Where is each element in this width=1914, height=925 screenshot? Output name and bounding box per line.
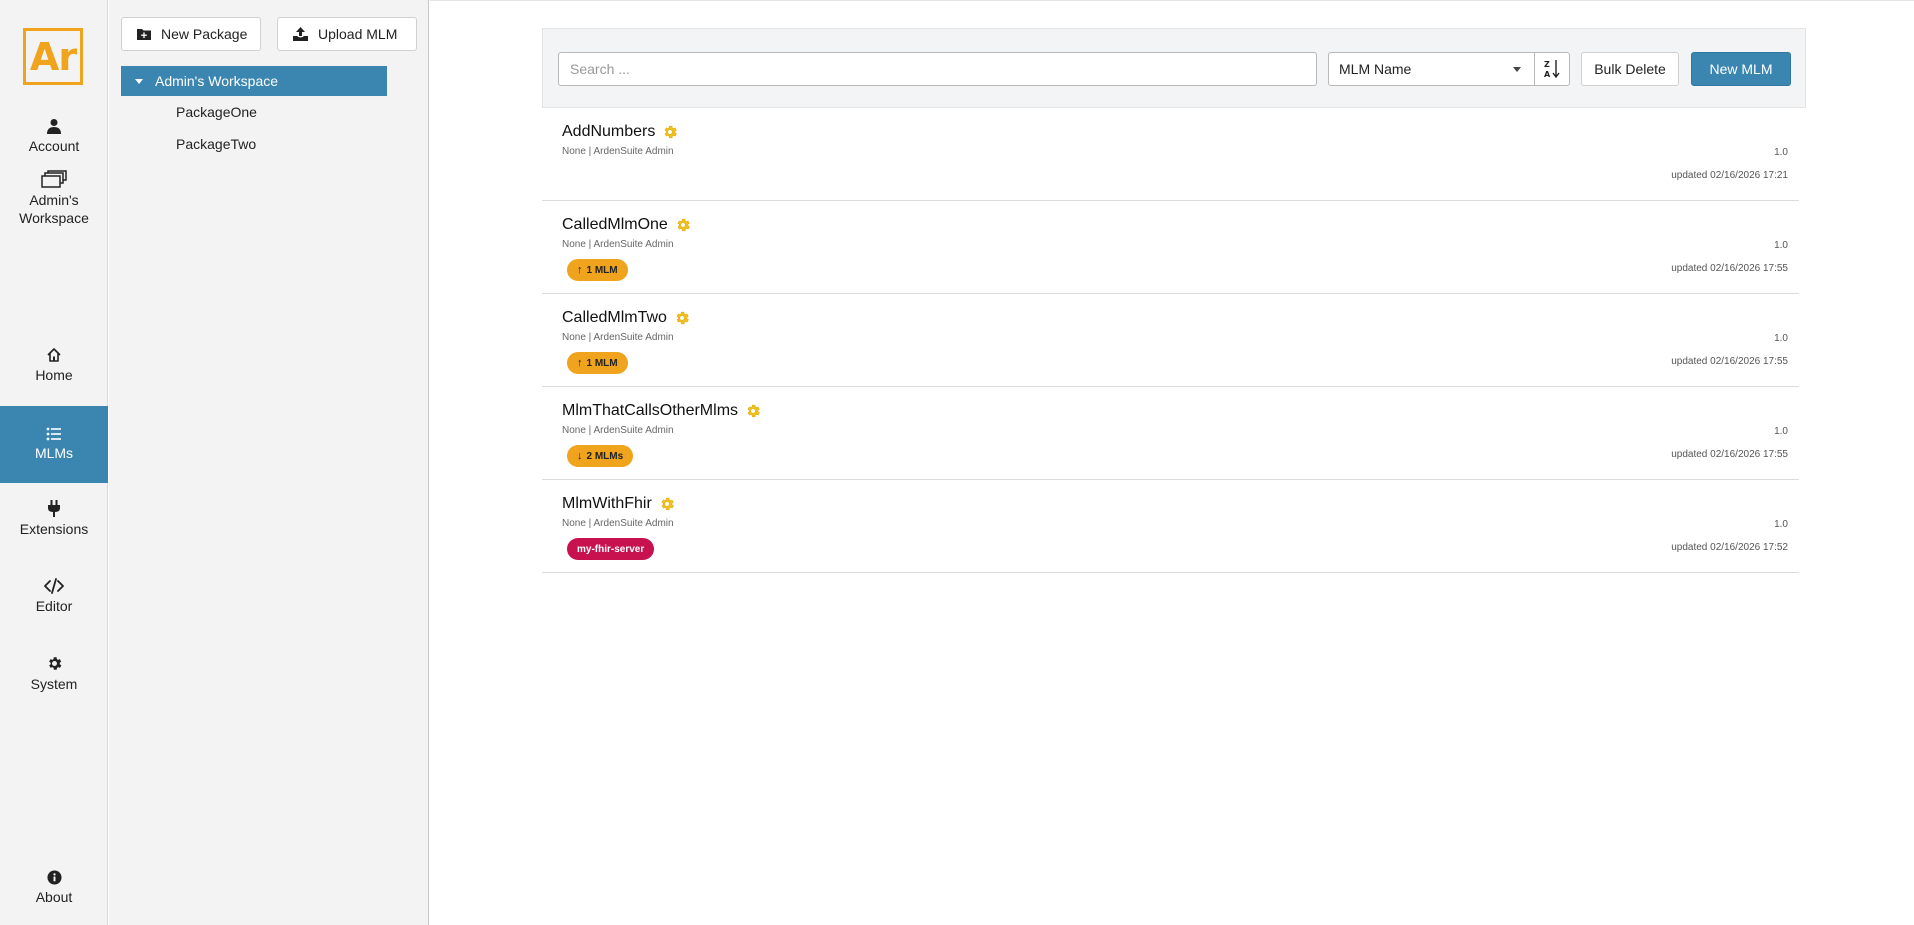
- svg-text:A: A: [1544, 70, 1551, 79]
- mlm-updated: updated 02/16/2026 17:55: [1671, 356, 1788, 367]
- main-nav: Ar Account Admin's Workspace Home MLMs E…: [0, 0, 108, 925]
- nav-mlms[interactable]: MLMs: [0, 406, 108, 483]
- mlm-name[interactable]: CalledMlmOne: [562, 216, 691, 234]
- nav-home[interactable]: Home: [0, 347, 108, 384]
- nav-account-label: Account: [28, 138, 80, 154]
- mlm-meta: None | ArdenSuite Admin: [562, 425, 674, 436]
- svg-text:Z: Z: [1544, 60, 1550, 69]
- fhir-server-badge[interactable]: my-fhir-server: [567, 538, 655, 560]
- nav-mlms-label: MLMs: [34, 445, 74, 461]
- mlm-meta: None | ArdenSuite Admin: [562, 518, 674, 529]
- nav-system[interactable]: System: [0, 655, 108, 693]
- nav-workspace-label-1: Admin's: [29, 192, 79, 208]
- package-panel: New Package Upload MLM Admin's Workspace…: [109, 0, 429, 925]
- mlm-version: 1.0: [1774, 147, 1788, 158]
- arrow-up-icon: ↑: [577, 264, 583, 276]
- nav-extensions-label: Extensions: [19, 521, 89, 537]
- mlm-version: 1.0: [1774, 333, 1788, 344]
- upload-mlm-button[interactable]: Upload MLM: [277, 17, 417, 51]
- sort-field-select[interactable]: MLM Name: [1328, 52, 1535, 86]
- mlm-list-container: MLM Name Z A Bulk Delete New MLM AddNumb…: [542, 28, 1806, 573]
- new-mlm-button[interactable]: New MLM: [1691, 52, 1791, 86]
- gear-icon: [661, 497, 674, 511]
- gear-icon: [48, 657, 61, 670]
- mlm-name[interactable]: MlmWithFhir: [562, 495, 675, 513]
- dropdown-arrow-icon: [1513, 67, 1521, 72]
- mlm-updated: updated 02/16/2026 17:55: [1671, 263, 1788, 274]
- mlm-call-badge[interactable]: ↑ 1 MLM: [567, 259, 628, 281]
- mlm-call-badge[interactable]: ↓ 2 MLMs: [567, 445, 634, 467]
- mlm-list: AddNumbers None | ArdenSuite Admin 1.0 upda…: [542, 108, 1806, 573]
- mlm-meta: None | ArdenSuite Admin: [562, 239, 674, 250]
- nav-editor[interactable]: Editor: [0, 578, 108, 615]
- mlm-updated: updated 02/16/2026 17:55: [1671, 449, 1788, 460]
- bulk-delete-button[interactable]: Bulk Delete: [1581, 52, 1679, 86]
- upload-mlm-label: Upload MLM: [318, 26, 398, 42]
- mlm-call-badge[interactable]: ↑ 1 MLM: [567, 352, 628, 374]
- mlm-row[interactable]: MlmWithFhir None | ArdenSuite Admin 1.0 upd…: [542, 480, 1799, 573]
- info-icon: [46, 870, 62, 885]
- top-divider: [430, 0, 1914, 1]
- nav-system-label: System: [30, 676, 78, 692]
- mlm-row[interactable]: AddNumbers None | ArdenSuite Admin 1.0 upda…: [542, 108, 1799, 201]
- gear-icon: [664, 125, 678, 139]
- sort-direction-toggle[interactable]: Z A: [1534, 52, 1570, 86]
- mlm-name[interactable]: MlmThatCallsOtherMlms: [562, 402, 761, 420]
- badge-text: my-fhir-server: [577, 543, 645, 555]
- home-icon: [47, 348, 61, 362]
- mlm-name-text: AddNumbers: [562, 123, 656, 140]
- nav-about[interactable]: About: [0, 870, 108, 906]
- mlm-name-text: MlmThatCallsOtherMlms: [562, 402, 739, 419]
- nav-workspace[interactable]: Admin's Workspace: [0, 170, 108, 227]
- mlm-name-text: CalledMlmOne: [562, 216, 668, 233]
- mlm-meta: None | ArdenSuite Admin: [562, 332, 674, 343]
- ardensuite-logo[interactable]: Ar: [23, 28, 83, 85]
- mlm-updated: updated 02/16/2026 17:21: [1671, 170, 1788, 181]
- user-icon: [47, 119, 61, 134]
- folder-plus-icon: [137, 29, 151, 40]
- upload-icon: [293, 27, 308, 41]
- mlm-name-text: CalledMlmTwo: [562, 309, 667, 326]
- arrow-up-icon: ↑: [577, 357, 583, 369]
- mlm-name-text: MlmWithFhir: [562, 495, 652, 512]
- sort-alpha-desc-icon: Z A: [1544, 60, 1560, 79]
- mlm-row[interactable]: MlmThatCallsOtherMlms None | ArdenSuite A…: [542, 387, 1799, 480]
- gear-icon: [747, 404, 760, 418]
- sort-field-value: MLM Name: [1339, 61, 1412, 77]
- list-icon: [46, 427, 61, 441]
- new-package-label: New Package: [161, 26, 248, 42]
- package-item[interactable]: PackageTwo: [176, 136, 256, 152]
- nav-workspace-label-2: Workspace: [19, 210, 89, 226]
- caret-down-icon[interactable]: [135, 78, 143, 84]
- mlm-version: 1.0: [1774, 519, 1788, 530]
- arrow-down-icon: ↓: [577, 450, 583, 462]
- nav-account[interactable]: Account: [0, 118, 108, 155]
- nav-editor-label: Editor: [35, 598, 73, 614]
- new-package-button[interactable]: New Package: [121, 17, 261, 51]
- nav-home-label: Home: [35, 367, 73, 383]
- gear-icon: [677, 218, 690, 232]
- workspace-tree-node[interactable]: Admin's Workspace: [121, 66, 387, 96]
- badge-text: 1 MLM: [586, 264, 618, 276]
- package-item[interactable]: PackageOne: [176, 104, 257, 120]
- mlm-meta: None | ArdenSuite Admin: [562, 146, 674, 157]
- mlm-version: 1.0: [1774, 240, 1788, 251]
- mlm-name[interactable]: AddNumbers: [562, 123, 678, 141]
- mlm-toolbar: MLM Name Z A Bulk Delete New MLM: [542, 28, 1806, 108]
- windows-icon: [41, 170, 67, 188]
- gear-icon: [676, 311, 689, 325]
- mlm-row[interactable]: CalledMlmOne None | ArdenSuite Admin 1.0 up…: [542, 201, 1799, 294]
- badge-text: 1 MLM: [586, 357, 618, 369]
- mlm-row[interactable]: CalledMlmTwo None | ArdenSuite Admin 1.0 up…: [542, 294, 1799, 387]
- workspace-tree-label: Admin's Workspace: [155, 73, 279, 89]
- badge-text: 2 MLMs: [586, 450, 624, 462]
- code-icon: [44, 578, 64, 594]
- nav-extensions[interactable]: Extensions: [0, 500, 108, 538]
- plug-icon: [48, 500, 60, 517]
- mlm-updated: updated 02/16/2026 17:52: [1671, 542, 1788, 553]
- search-input[interactable]: [558, 52, 1317, 86]
- mlm-name[interactable]: CalledMlmTwo: [562, 309, 690, 327]
- nav-about-label: About: [35, 889, 73, 905]
- mlm-version: 1.0: [1774, 426, 1788, 437]
